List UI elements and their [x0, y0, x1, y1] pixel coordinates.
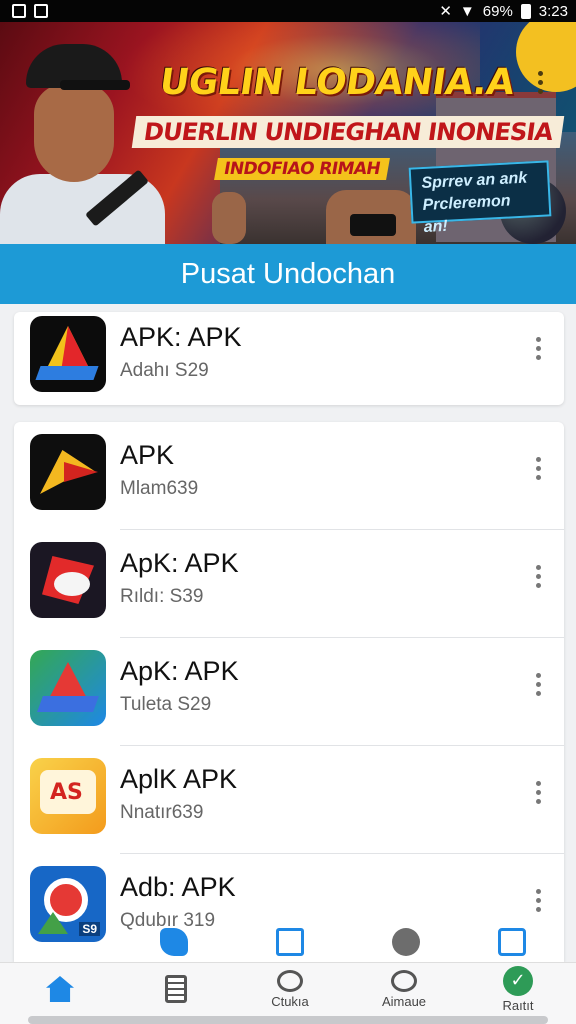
gallery-icon — [34, 4, 48, 18]
app-name: AplK APK — [120, 764, 238, 794]
clipboard-icon[interactable] — [276, 928, 304, 956]
promo-banner[interactable]: UGLIN LODANIA.A DUERLIN UNDIEGHAN INONES… — [0, 22, 576, 244]
nav-report-label: Raıtıt — [502, 997, 534, 1013]
mute-icon: ✕ — [439, 3, 452, 20]
nav-status[interactable]: Aimaue — [356, 963, 452, 1015]
app-subtitle: Rıldı: S39 — [120, 586, 204, 607]
clock: 3:23 — [538, 2, 568, 20]
banner-promo-box: Sprrev an ank Prcleremon an! — [408, 160, 552, 236]
banner-tagline: INDOFIAO RIMAH — [214, 158, 390, 180]
app-name: APK: APK — [120, 322, 242, 352]
triangle-logo-icon — [30, 316, 106, 392]
wifi-icon: ▼ — [459, 2, 475, 20]
promo-line-2: Prcleremon an! — [422, 192, 512, 236]
list-item[interactable]: APK: APK Adahı S29 — [14, 312, 564, 405]
home-indicator[interactable] — [28, 1016, 548, 1024]
list-item[interactable]: APK Mlam639 — [14, 422, 564, 530]
app-name: Adb: APK — [120, 872, 236, 902]
nav-home[interactable] — [12, 963, 108, 1015]
banner-headline: UGLIN LODANIA.A — [157, 62, 517, 103]
document-icon — [165, 975, 187, 1003]
nav-chat[interactable]: Ctukıa — [242, 963, 338, 1015]
chat-icon — [277, 969, 303, 992]
status-bar: ✕ ▼ 69% 3:23 — [0, 0, 576, 22]
secondary-icon-row — [0, 924, 576, 960]
drive-logo-icon — [30, 650, 106, 726]
shortcut-icon[interactable] — [160, 928, 188, 956]
bottom-nav: Ctukıa Aimaue ✓ Raıtıt — [0, 962, 576, 1024]
banner-phone — [350, 214, 396, 236]
nav-chat-label: Ctukıa — [271, 993, 309, 1009]
app-card-featured: APK: APK Adahı S29 — [14, 312, 564, 405]
app-name: ApK: APK — [120, 656, 239, 686]
person-face — [34, 84, 114, 182]
app-subtitle: Tuleta S29 — [120, 694, 212, 715]
banner-more-icon[interactable] — [522, 52, 558, 112]
status-icon — [391, 969, 417, 992]
app-name: APK — [120, 440, 175, 470]
camera-icon[interactable] — [392, 928, 420, 956]
chat-logo-icon: AS — [30, 758, 106, 834]
app-name: ApK: APK — [120, 548, 239, 578]
rider-logo-icon — [30, 542, 106, 618]
person-cap-brim — [60, 80, 130, 90]
battery-percent: 69% — [482, 2, 513, 20]
list-item[interactable]: AS AplK APK Nnatır639 — [14, 746, 564, 854]
more-options-icon[interactable] — [526, 882, 550, 918]
status-left — [12, 4, 48, 18]
home-icon — [46, 976, 74, 1002]
app-subtitle: Nnatır639 — [120, 802, 204, 823]
app-subtitle: Adahı S29 — [120, 360, 209, 381]
nav-status-label: Aimaue — [381, 993, 427, 1009]
notification-icon — [12, 4, 26, 18]
nav-docs[interactable] — [128, 963, 224, 1015]
banner-hand — [212, 192, 246, 244]
more-options-icon[interactable] — [526, 330, 550, 366]
list-item[interactable]: ApK: APK Rıldı: S39 — [14, 530, 564, 638]
app-subtitle: Mlam639 — [120, 478, 199, 499]
banner-subline: DUERLIN UNDIEGHAN INONESIA — [131, 116, 565, 148]
nav-report[interactable]: ✓ Raıtıt — [470, 963, 566, 1015]
more-options-icon[interactable] — [526, 666, 550, 702]
app-list: APK Mlam639 ApK: APK Rıldı: S39 ApK: APK… — [14, 422, 564, 962]
list-item[interactable]: ApK: APK Tuleta S29 — [14, 638, 564, 746]
more-options-icon[interactable] — [526, 774, 550, 810]
report-icon: ✓ — [503, 965, 533, 996]
more-options-icon[interactable] — [526, 558, 550, 594]
hawk-logo-icon — [30, 434, 106, 510]
card-icon[interactable] — [498, 928, 526, 956]
more-options-icon[interactable] — [526, 450, 550, 486]
battery-icon — [520, 3, 531, 19]
status-right: ✕ ▼ 69% 3:23 — [439, 2, 568, 21]
section-title: Pusat Undochan — [0, 244, 576, 304]
